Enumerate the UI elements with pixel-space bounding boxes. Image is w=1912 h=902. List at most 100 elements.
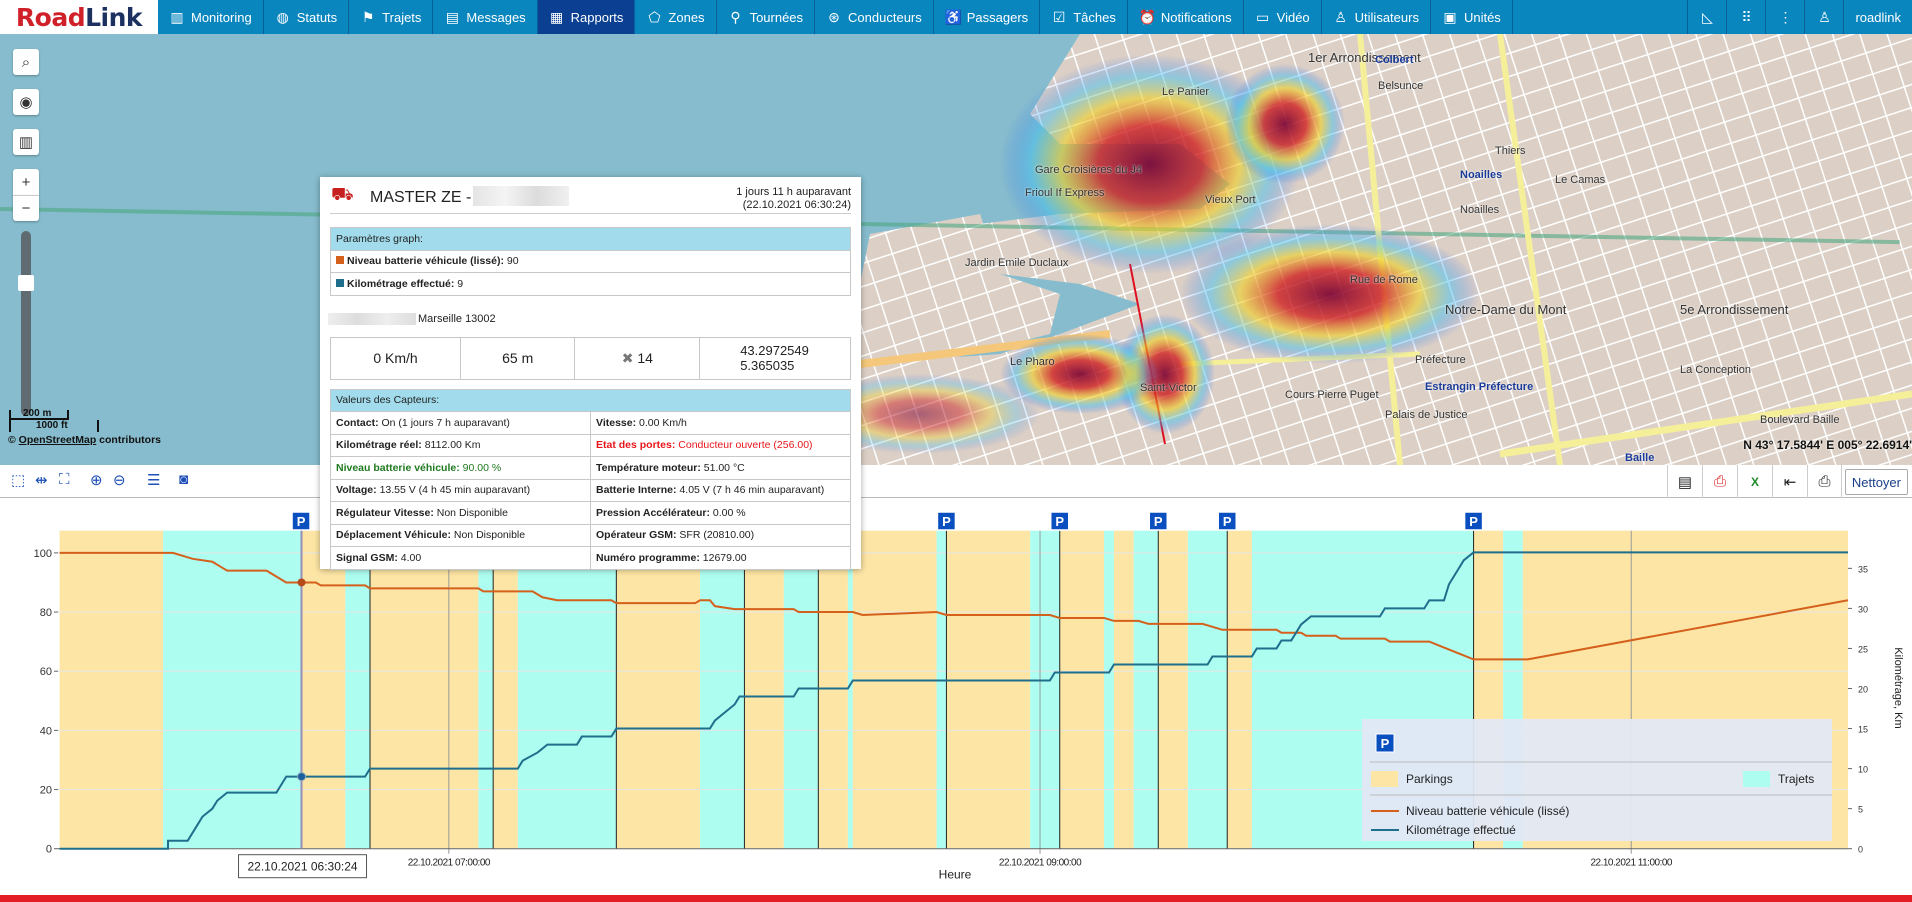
sensors-header: Valeurs des Capteurs: (330, 388, 851, 412)
trip-band (847, 530, 853, 849)
nav-statuts[interactable]: ◍ Statuts (264, 0, 350, 34)
sensor-row: Kilométrage réel: 8112.00 Km Etat des por… (330, 433, 851, 457)
graph-params-table: Paramètres graph: Niveau batterie véhicu… (330, 227, 851, 296)
alarm-clock-icon: ⏰ (1138, 8, 1157, 25)
nav-passagers[interactable]: ♿ Passagers (934, 0, 1041, 34)
zoom-fit-icon[interactable]: ⛶ (59, 471, 70, 488)
nav-items: ▥ Monitoring ◍ Statuts ⚑ Trajets ▤ Messages ▦ Rap… (158, 0, 1513, 34)
map-label: Boulevard Baille (1760, 414, 1840, 426)
apps-button[interactable]: ⠿ (1726, 0, 1765, 34)
nav-messages[interactable]: ▤ Messages (433, 0, 538, 34)
graph-param-km: Kilométrage effectué: 9 (330, 272, 851, 296)
map-label: Colbert (1375, 54, 1414, 66)
map-layers-icon: ▥ (18, 134, 34, 151)
nav-notifications[interactable]: ⏰ Notifications (1128, 0, 1244, 34)
map-visibility-button[interactable]: ◉ (13, 89, 39, 115)
nav-rapports[interactable]: ▦ Rapports (537, 0, 636, 34)
nav-monitoring[interactable]: ▥ Monitoring (158, 0, 264, 34)
columns-button[interactable]: ▤ (1667, 465, 1702, 498)
sensor-cell: Etat des portes: Conducteur ouverte (256… (590, 433, 851, 457)
clear-button[interactable]: Nettoyer (1844, 469, 1908, 495)
parking-marker-label: P (1154, 514, 1163, 529)
map-label: Le Camas (1555, 174, 1606, 186)
legend-list-icon[interactable]: ☰ (147, 471, 160, 489)
parking-band (1059, 530, 1105, 849)
screenshot-icon[interactable]: ◙ (179, 471, 188, 488)
parking-band (818, 530, 848, 849)
zoom-out-icon[interactable]: ⊖ (113, 471, 126, 489)
y-tick-left: 60 (40, 666, 52, 678)
sensor-cell: Régulateur Vitesse: Non Disponible (330, 501, 591, 525)
nav-tournees[interactable]: ⚲ Tournées (717, 0, 816, 34)
y-tick-right: 25 (1858, 644, 1868, 654)
map-search-button[interactable]: ⌕ (13, 49, 39, 75)
print-button[interactable]: ⎙ (1807, 465, 1842, 498)
graph-param-battery: Niveau batterie véhicule (lissé): 90 (330, 249, 851, 273)
zoom-out-button[interactable]: − (13, 195, 39, 221)
zoom-in-button[interactable]: + (13, 169, 39, 195)
footer-bar (0, 895, 1912, 902)
columns-icon: ▤ (1677, 473, 1693, 491)
legend-battery-label: Niveau batterie véhicule (lissé) (1406, 804, 1569, 818)
parking-marker-label: P (1223, 514, 1232, 529)
osm-link[interactable]: OpenStreetMap (19, 434, 97, 446)
sensor-row: Signal GSM: 4.00 Numéro programme: 12679.… (330, 546, 851, 570)
battery-swatch (336, 256, 344, 265)
nav-zones[interactable]: ⬠ Zones (635, 0, 717, 34)
sensor-cell: Niveau batterie véhicule: 90.00 % (330, 456, 591, 480)
trip-band (783, 530, 819, 849)
more-vertical-icon: ⋮ (1778, 8, 1793, 25)
export-excel-button[interactable]: X (1737, 465, 1772, 498)
user-menu-button[interactable]: ♙ (1804, 0, 1843, 34)
zoom-slider-handle[interactable] (18, 275, 34, 291)
parking-band (301, 530, 346, 849)
roadlink-logo[interactable]: Road Link (0, 0, 158, 34)
nav-trajets[interactable]: ⚑ Trajets (349, 0, 434, 34)
nav-video[interactable]: ▭ Vidéo (1244, 0, 1322, 34)
nav-taches[interactable]: ☑ Tâches (1040, 0, 1128, 34)
zoom-slider-track[interactable] (21, 231, 31, 416)
map-label: Le Panier (1162, 86, 1210, 98)
user-icon: ♙ (1818, 8, 1831, 25)
popup-header: ⛟ MASTER ZE - 1 jours 11 h auparavant (22… (330, 177, 851, 214)
export-pdf-button[interactable]: ⎙ (1702, 465, 1737, 498)
parking-band (1113, 530, 1134, 849)
address: Marseille 13002 (328, 304, 851, 334)
print-icon: ⎙ (1818, 473, 1831, 490)
ruler-triangle-icon: ◺ (1702, 8, 1713, 25)
username[interactable]: roadlink (1843, 0, 1912, 34)
map-label: 5e Arrondissement (1680, 302, 1789, 317)
more-button[interactable]: ⋮ (1765, 0, 1804, 34)
nav-unites[interactable]: ▣ Unités (1431, 0, 1513, 34)
report-chart[interactable]: 0 20 40 60 80 100 0 5 10 15 20 25 30 35 22.10.2021 07:… (0, 498, 1912, 895)
map-label: Saint-Victor (1140, 382, 1197, 394)
map[interactable]: 1er Arrondissement Colbert Belsunce Le Pani… (0, 34, 1912, 465)
map-layers-button[interactable]: ▥ (13, 129, 39, 155)
altitude: 65 m (459, 336, 576, 380)
user-icon: ♙ (1334, 8, 1347, 25)
document-icon: ▤ (445, 8, 460, 25)
trip-band (345, 530, 371, 849)
import-icon: ⇤ (1783, 473, 1797, 491)
ruler-button[interactable]: ◺ (1687, 0, 1726, 34)
scale-metric: 200 m (9, 409, 69, 420)
parking-band (616, 530, 701, 849)
sensors-table: Valeurs des Capteurs: Contact: On (1 jou… (330, 388, 851, 570)
zoom-out-icon: − (21, 200, 31, 217)
bar-chart-icon: ▥ (170, 8, 184, 25)
y-axis-label-right: Kilométrage, Km (1892, 647, 1904, 728)
zoom-select-icon[interactable]: ⬚ (11, 471, 25, 489)
import-button[interactable]: ⇤ (1772, 465, 1807, 498)
parking-band (1158, 530, 1188, 849)
redacted-street (328, 312, 416, 325)
steering-wheel-icon: ⊛ (828, 8, 840, 25)
zoom-x-icon[interactable]: ⇹ (35, 471, 48, 489)
nav-conducteurs[interactable]: ⊛ Conducteurs (815, 0, 934, 34)
trip-band (478, 530, 494, 849)
y-tick-right: 35 (1858, 564, 1868, 574)
map-label: Frioul If Express (1025, 187, 1105, 199)
y-tick-left: 100 (34, 548, 52, 560)
nav-utilisateurs[interactable]: ♙ Utilisateurs (1322, 0, 1431, 34)
zoom-in-icon[interactable]: ⊕ (90, 471, 103, 489)
parking-band (1227, 530, 1252, 849)
